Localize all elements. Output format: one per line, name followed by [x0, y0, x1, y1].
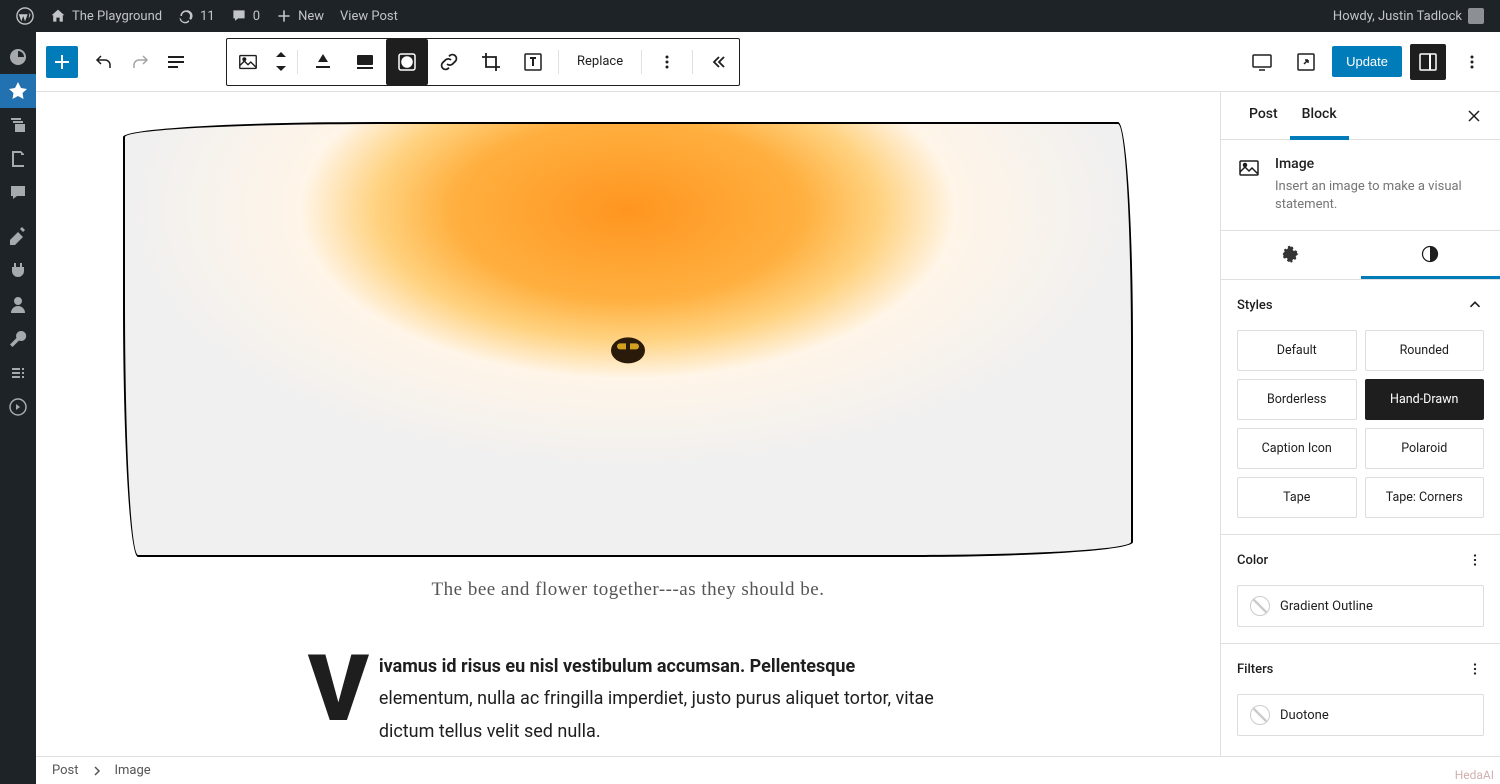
wp-logo[interactable] — [8, 0, 42, 32]
para-rest: elementum, nulla ac fringilla imperdiet,… — [379, 688, 934, 741]
style-tape[interactable]: Tape — [1237, 477, 1357, 518]
block-desc: Insert an image to make a visual stateme… — [1275, 178, 1484, 214]
settings-toggle-button[interactable] — [1410, 44, 1446, 80]
nav-plugins[interactable] — [0, 254, 36, 288]
duotone-button[interactable] — [386, 39, 428, 85]
crumb-image[interactable]: Image — [115, 763, 151, 778]
image-content — [611, 337, 645, 363]
update-button[interactable]: Update — [1332, 46, 1402, 77]
para-bold: ivamus id risus eu nisl vestibulum accum… — [379, 656, 855, 677]
options-button[interactable] — [1454, 44, 1490, 80]
settings-panel: Post Block Image Insert an image to make… — [1220, 92, 1500, 756]
link-button[interactable] — [428, 39, 470, 85]
nav-media[interactable] — [0, 108, 36, 142]
caption-button[interactable] — [344, 39, 386, 85]
color-section-header[interactable]: Color — [1221, 535, 1500, 585]
tab-styles-icon[interactable] — [1361, 231, 1500, 279]
nav-tools[interactable] — [0, 322, 36, 356]
preview-button[interactable] — [1244, 44, 1280, 80]
drop-cap: V — [308, 651, 379, 724]
nav-appearance[interactable] — [0, 220, 36, 254]
more-icon — [1466, 660, 1484, 678]
view-post[interactable]: View Post — [332, 0, 406, 32]
text-overlay-button[interactable] — [512, 39, 554, 85]
paragraph-block[interactable]: Vivamus id risus eu nisl vestibulum accu… — [308, 651, 948, 748]
collapse-toolbar-button[interactable] — [697, 39, 739, 85]
style-tape-corners[interactable]: Tape: Corners — [1365, 477, 1485, 518]
block-info: Image Insert an image to make a visual s… — [1221, 140, 1500, 231]
tab-post[interactable]: Post — [1237, 92, 1290, 140]
block-toolbar: Replace — [226, 38, 740, 86]
replace-button[interactable]: Replace — [563, 39, 637, 85]
chevron-up-icon — [1466, 296, 1484, 314]
image-block[interactable] — [123, 122, 1133, 557]
close-panel-button[interactable] — [1460, 102, 1488, 130]
admin-menu — [0, 32, 36, 784]
updates[interactable]: 11 — [170, 0, 223, 32]
updates-count: 11 — [200, 9, 215, 24]
admin-bar: The Playground 11 0 New View Post Howdy,… — [0, 0, 1500, 32]
tab-block[interactable]: Block — [1290, 92, 1349, 140]
image-icon — [1237, 156, 1261, 180]
undo-button[interactable] — [86, 44, 122, 80]
color-gradient-outline[interactable]: Gradient Outline — [1237, 585, 1484, 627]
style-default[interactable]: Default — [1237, 330, 1357, 371]
watermark: HedaAI — [1455, 768, 1494, 782]
tab-settings-icon[interactable] — [1221, 231, 1361, 279]
redo-button[interactable] — [122, 44, 158, 80]
nav-posts[interactable] — [0, 74, 36, 108]
crop-button[interactable] — [470, 39, 512, 85]
styles-grid: Default Rounded Borderless Hand-Drawn Ca… — [1221, 330, 1500, 534]
nav-comments[interactable] — [0, 176, 36, 210]
more-options-button[interactable] — [646, 39, 688, 85]
view-button[interactable] — [1288, 44, 1324, 80]
more-icon — [1466, 551, 1484, 569]
style-rounded[interactable]: Rounded — [1365, 330, 1485, 371]
nav-collapse[interactable] — [0, 390, 36, 424]
editor-header: Replace Update — [36, 32, 1500, 92]
panel-tabs: Post Block — [1221, 92, 1500, 140]
swatch-icon — [1250, 705, 1270, 725]
swatch-icon — [1250, 596, 1270, 616]
site-name: The Playground — [72, 9, 162, 24]
crumb-post[interactable]: Post — [52, 763, 79, 778]
nav-users[interactable] — [0, 288, 36, 322]
nav-dashboard[interactable] — [0, 40, 36, 74]
nav-settings[interactable] — [0, 356, 36, 390]
document-overview-button[interactable] — [158, 44, 194, 80]
style-borderless[interactable]: Borderless — [1237, 379, 1357, 420]
align-button[interactable] — [302, 39, 344, 85]
image-caption[interactable]: The bee and flower together---as they sh… — [123, 579, 1133, 601]
new-content[interactable]: New — [268, 0, 332, 32]
breadcrumb: Post Image — [36, 756, 1500, 784]
chevron-right-icon — [91, 765, 103, 777]
nav-pages[interactable] — [0, 142, 36, 176]
style-hand-drawn[interactable]: Hand-Drawn — [1365, 379, 1485, 420]
style-polaroid[interactable]: Polaroid — [1365, 428, 1485, 469]
filters-section-header[interactable]: Filters — [1221, 644, 1500, 694]
avatar — [1468, 8, 1484, 24]
style-caption-icon[interactable]: Caption Icon — [1237, 428, 1357, 469]
new-label: New — [298, 9, 324, 24]
add-block-button[interactable] — [46, 46, 78, 78]
comments-count: 0 — [253, 9, 260, 24]
comments[interactable]: 0 — [223, 0, 268, 32]
user-greeting[interactable]: Howdy, Justin Tadlock — [1325, 0, 1492, 32]
block-title: Image — [1275, 156, 1484, 172]
editor-canvas[interactable]: The bee and flower together---as they sh… — [36, 92, 1220, 756]
sub-tabs — [1221, 231, 1500, 280]
block-type-button[interactable] — [227, 39, 269, 85]
styles-section-header[interactable]: Styles — [1221, 280, 1500, 330]
block-mover[interactable] — [269, 39, 293, 85]
filter-duotone[interactable]: Duotone — [1237, 694, 1484, 736]
site-home[interactable]: The Playground — [42, 0, 170, 32]
